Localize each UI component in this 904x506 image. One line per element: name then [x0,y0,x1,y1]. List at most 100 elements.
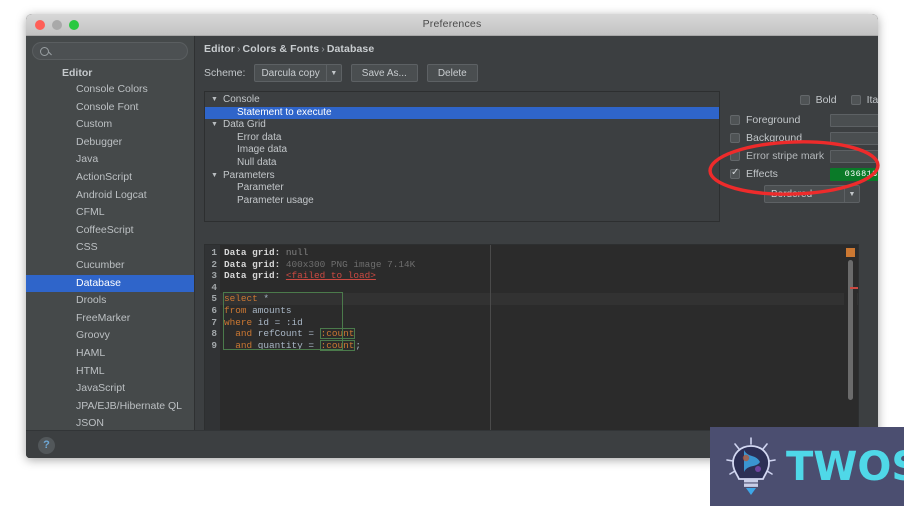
caret-down-icon[interactable]: ▼ [211,170,220,183]
effects-checkbox[interactable] [730,167,740,179]
error-stripe-color-swatch[interactable] [830,149,878,163]
color-preview-editor[interactable]: 1 Data grid: null 2 Data grid: 400x300 PNG … [204,244,859,439]
attribute-row[interactable]: Parameter [205,182,719,195]
foreground-color-swatch[interactable] [830,113,878,127]
sidebar-item-custom[interactable]: Custom [26,116,194,134]
sidebar-item-cucumber[interactable]: Cucumber [26,257,194,275]
scrollbar-thumb[interactable] [848,260,858,400]
error-stripe-checkbox[interactable] [730,151,740,161]
code-text: Data grid: 400x300 PNG image 7.14K [220,259,415,271]
sql-text: ; [355,339,362,351]
sidebar-item-cfml[interactable]: CFML [26,204,194,222]
search-icon [40,46,49,56]
attribute-row[interactable]: ▼ Data Grid [205,119,719,132]
error-stripe-row[interactable]: Error stripe mark [730,149,878,163]
sidebar-item-label: Android Logcat [76,188,147,201]
sidebar-item-freemarker[interactable]: FreeMarker [26,310,194,328]
attribute-row[interactable]: Image data [205,144,719,157]
attribute-row[interactable]: Statement to execute [205,106,719,120]
effects-color-swatch[interactable]: 036813 [830,167,878,181]
sql-text: * [257,293,270,305]
line-number: 5 [211,293,217,305]
code-line: 9 and quantity = :count; [205,339,858,352]
attribute-label: Console [223,94,260,105]
help-button[interactable]: ? [38,437,55,454]
sidebar-item-label: Debugger [76,135,123,148]
preferences-window: Preferences Editor Console Colors Console… [26,14,878,458]
code-text: and refCount = :count [220,328,356,340]
code-line: 1 Data grid: null [205,247,858,259]
background-label: Background [746,132,803,144]
bold-checkbox[interactable] [799,95,810,105]
attribute-row[interactable]: Null data [205,157,719,170]
sidebar-group-editor[interactable]: Editor [26,66,194,81]
breadcrumb-separator: › [236,43,241,55]
preview-label: Data grid: [224,247,286,258]
effects-row[interactable]: Effects 036813 [730,167,878,181]
chevron-down-icon: ▼ [325,65,341,81]
code-line: 8 and refCount = :count [205,328,858,340]
twos-watermark: TWOS [710,427,904,506]
sidebar-item-label: FreeMarker [76,311,131,324]
bold-checkbox-row[interactable]: Bold [799,93,837,107]
sql-text: id = :id [252,316,303,328]
sidebar-item-label: JSON [76,417,105,430]
sidebar-search[interactable] [26,42,194,66]
code-text: select * [220,293,269,305]
sidebar-item-jpa-ejb-hibernate-ql[interactable]: JPA/EJB/Hibernate QL [26,398,194,416]
caret-down-icon[interactable]: ▼ [211,94,220,107]
scrollbar-error-marker[interactable] [850,287,858,289]
code-text: where id = :id [220,317,303,329]
breadcrumb-segment: Editor [204,43,235,55]
preview-label: Data grid: [224,270,286,282]
attribute-row[interactable]: ▼ Console [205,94,719,107]
sidebar-item-android-logcat[interactable]: Android Logcat [26,187,194,205]
background-color-swatch[interactable] [830,131,878,145]
background-row[interactable]: Background [730,131,878,145]
color-attributes-list[interactable]: ▼ Console Statement to execute ▼ Data Grid Er… [204,91,720,222]
sidebar-item-actionscript[interactable]: ActionScript [26,169,194,187]
code-line: 6 from amounts [205,305,858,317]
sidebar-item-debugger[interactable]: Debugger [26,134,194,152]
code-line: 5 select * [205,293,858,305]
scheme-toolbar: Scheme: Darcula copy ▼ Save As... Delete [204,64,878,82]
sidebar-item-groovy[interactable]: Groovy [26,327,194,345]
italic-checkbox[interactable] [850,95,861,105]
foreground-checkbox[interactable] [730,115,740,125]
scrollbar-warning-marker[interactable] [846,248,855,257]
italic-checkbox-row[interactable]: Italic [850,93,878,107]
effect-type-select[interactable]: Bordered ▼ [764,185,860,203]
scheme-select[interactable]: Darcula copy ▼ [254,64,342,82]
preview-value: null [285,247,309,258]
line-number: 7 [211,316,217,328]
caret-down-icon[interactable]: ▼ [211,119,220,132]
attribute-row[interactable]: Error data [205,132,719,145]
attribute-row[interactable]: Parameter usage [205,195,719,208]
sidebar-item-html[interactable]: HTML [26,363,194,381]
sidebar-item-console-colors[interactable]: Console Colors [26,81,194,99]
sidebar-item-java[interactable]: Java [26,151,194,169]
attribute-label: Statement to execute [237,106,332,118]
preview-scrollbar[interactable] [844,246,858,437]
code-line: 3 Data grid: <failed to load> [205,270,858,282]
lightbulb-icon [726,436,776,495]
sidebar-item-database[interactable]: Database [26,274,194,293]
attribute-row[interactable]: ▼ Parameters [205,170,719,183]
sidebar-item-javascript[interactable]: JavaScript [26,380,194,398]
sidebar-item-label: Console Colors [76,83,148,95]
save-as-button[interactable]: Save As... [350,64,418,82]
attribute-label: Error data [237,131,282,143]
search-box[interactable] [32,42,188,60]
sidebar-item-console-font[interactable]: Console Font [26,99,194,117]
background-checkbox[interactable] [730,133,740,143]
settings-tree[interactable]: Editor Console Colors Console Font Custom D… [26,66,194,458]
sidebar-item-label: Database [76,276,121,289]
sidebar-item-haml[interactable]: HAML [26,345,194,363]
foreground-row[interactable]: Foreground [730,113,878,127]
search-input[interactable] [57,45,187,57]
sidebar-item-css[interactable]: CSS [26,239,194,257]
sidebar-item-coffeescript[interactable]: CoffeeScript [26,222,194,240]
delete-button[interactable]: Delete [426,64,478,82]
italic-label: Italic [866,94,878,106]
sidebar-item-drools[interactable]: Drools [26,292,194,310]
